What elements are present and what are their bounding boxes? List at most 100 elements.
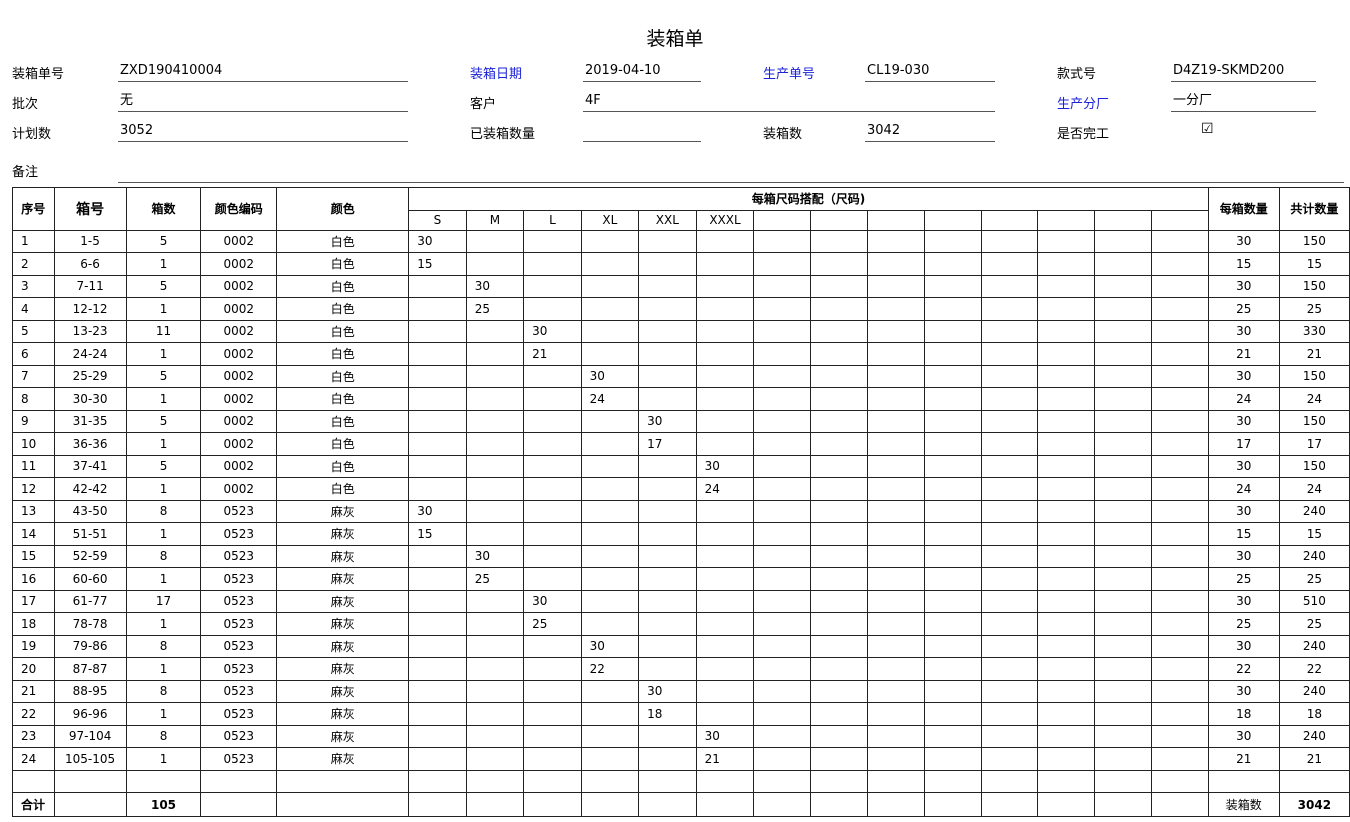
size-qty-cell: [695, 612, 755, 636]
color-cell: 白色: [276, 409, 410, 433]
finished-checkbox[interactable]: ☑: [1201, 121, 1214, 137]
packed-qty-field[interactable]: [583, 120, 701, 142]
color-code-cell: 0002: [200, 319, 278, 343]
plan-qty-field[interactable]: 3052: [118, 120, 408, 142]
size-qty-cell: [408, 274, 467, 298]
box-count-cell: 1: [125, 657, 202, 681]
size-qty-cell: [753, 747, 812, 771]
size-qty-cell: 30: [695, 454, 755, 478]
size-qty-cell: [580, 679, 640, 703]
size-qty-cell: [695, 657, 755, 681]
size-qty-cell: [465, 409, 525, 433]
size-qty-cell: [867, 477, 925, 501]
size-qty-cell: [867, 252, 925, 276]
box-total-field[interactable]: 3042: [865, 120, 995, 142]
size-qty-cell: [1094, 747, 1152, 771]
color-code-cell: 0002: [200, 387, 278, 411]
size-qty-cell: [1037, 589, 1096, 613]
size-qty-cell: [580, 477, 640, 501]
per-box-cell: 30: [1207, 454, 1280, 478]
size-qty-cell: [923, 589, 982, 613]
packing-date-field[interactable]: 2019-04-10: [583, 60, 701, 82]
size-qty-cell: [753, 364, 812, 388]
empty-cell: [200, 792, 278, 817]
size-qty-cell: [810, 544, 868, 568]
color-cell: 麻灰: [276, 724, 410, 748]
size-qty-cell: [1037, 297, 1096, 321]
size-qty-cell: [695, 432, 755, 456]
box-count-cell: 5: [125, 229, 202, 253]
total-qty-cell: 510: [1278, 589, 1350, 613]
table-row: 2 6-6 1 0002 白色 15 15 15: [12, 252, 1350, 276]
size-qty-cell: [923, 477, 982, 501]
seq-cell: 12: [12, 477, 55, 501]
color-cell: 麻灰: [276, 679, 410, 703]
seq-cell: 24: [12, 747, 55, 771]
table-row: 24 105-105 1 0523 麻灰 21 21 21: [12, 747, 1350, 771]
size-qty-cell: [810, 634, 868, 658]
size-qty-cell: [523, 454, 582, 478]
size-qty-cell: [1037, 454, 1096, 478]
size-qty-cell: 30: [580, 634, 640, 658]
size-qty-cell: [753, 297, 812, 321]
packing-no-field[interactable]: ZXD190410004: [118, 60, 408, 82]
empty-cell: [125, 769, 202, 793]
factory-label: 生产分厂: [1057, 97, 1110, 112]
production-no-field[interactable]: CL19-030: [865, 60, 995, 82]
finished-label: 是否完工: [1057, 127, 1110, 142]
seq-cell: 4: [12, 297, 55, 321]
total-qty-cell: 22: [1278, 657, 1350, 681]
seq-cell: 19: [12, 634, 55, 658]
size-qty-cell: [580, 747, 640, 771]
seq-cell: 13: [12, 499, 55, 523]
box-no-cell: 31-35: [53, 409, 127, 433]
factory-field[interactable]: 一分厂: [1171, 90, 1316, 112]
size-qty-cell: [867, 544, 925, 568]
size-qty-cell: [980, 657, 1039, 681]
size-qty-cell: [1094, 409, 1152, 433]
size-qty-cell: [1150, 612, 1209, 636]
packing-table: 序号 箱号 箱数 颜色编码 颜色 每箱尺码搭配（尺码) 每箱数量 共计数量 SM…: [12, 187, 1350, 817]
box-count-cell: 1: [125, 612, 202, 636]
size-qty-cell: [695, 342, 755, 366]
size-qty-cell: [1037, 342, 1096, 366]
size-header-cell: [980, 209, 1039, 231]
color-cell: 白色: [276, 387, 410, 411]
seq-cell: 8: [12, 387, 55, 411]
size-qty-cell: [580, 229, 640, 253]
size-qty-cell: [867, 522, 925, 546]
per-box-cell: 24: [1207, 477, 1280, 501]
size-qty-cell: [980, 454, 1039, 478]
batch-field[interactable]: 无: [118, 90, 408, 112]
size-header-cell: M: [465, 209, 525, 231]
size-qty-cell: 15: [408, 252, 467, 276]
style-no-field[interactable]: D4Z19-SKMD200: [1171, 60, 1316, 82]
size-qty-cell: [1150, 702, 1209, 726]
header-row-2: 批次 无 客户 4F 生产分厂 一分厂: [0, 90, 1350, 114]
seq-cell: 20: [12, 657, 55, 681]
size-qty-cell: [408, 724, 467, 748]
size-qty-cell: [638, 342, 697, 366]
size-qty-cell: [753, 229, 812, 253]
size-qty-cell: [1150, 747, 1209, 771]
customer-field[interactable]: 4F: [583, 90, 995, 112]
size-qty-cell: [523, 229, 582, 253]
table-row: 15 52-59 8 0523 麻灰 30 30 240: [12, 544, 1350, 568]
box-count-cell: 5: [125, 454, 202, 478]
total-qty-cell: 240: [1278, 634, 1350, 658]
size-qty-cell: [1037, 522, 1096, 546]
box-count-cell: 1: [125, 342, 202, 366]
table-row: 9 31-35 5 0002 白色 30 30 150: [12, 409, 1350, 433]
seq-cell: 23: [12, 724, 55, 748]
size-qty-cell: [523, 702, 582, 726]
size-qty-cell: [753, 342, 812, 366]
size-qty-cell: [923, 724, 982, 748]
size-qty-cell: 25: [465, 297, 525, 321]
size-qty-cell: [695, 567, 755, 591]
size-qty-cell: [580, 454, 640, 478]
color-cell: 白色: [276, 319, 410, 343]
size-qty-cell: [695, 634, 755, 658]
color-code-cell: 0002: [200, 297, 278, 321]
remark-field[interactable]: [118, 158, 1344, 183]
size-qty-cell: [753, 544, 812, 568]
